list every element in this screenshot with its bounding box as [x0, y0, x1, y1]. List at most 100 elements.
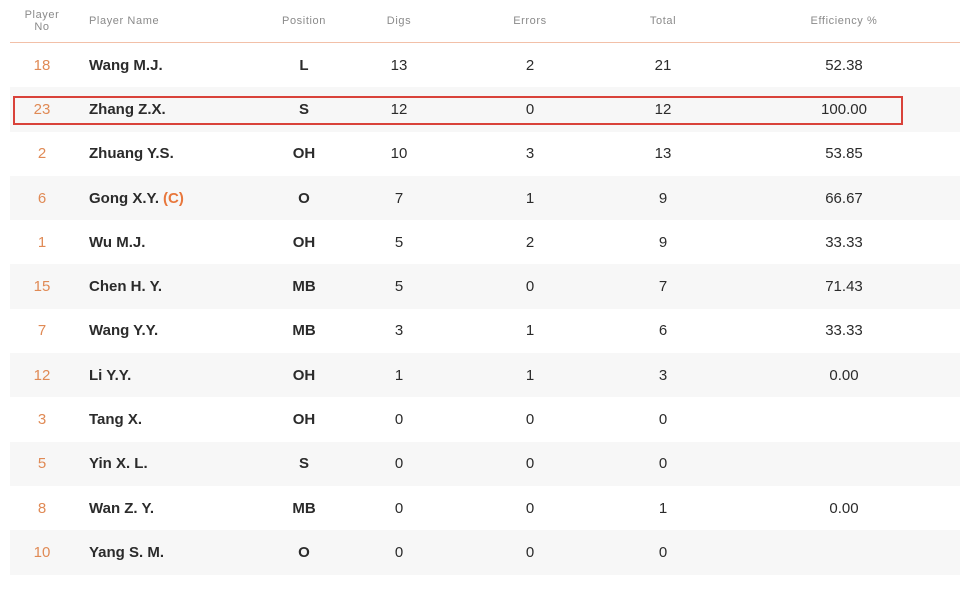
efficiency-cell-value: 71.43 — [825, 278, 863, 296]
table-row[interactable]: 3 Tang X. OH 0 0 0 — [10, 397, 960, 441]
player-no-cell: 5 — [10, 442, 74, 486]
player-no-cell: 12 — [10, 353, 74, 397]
position-cell-value: OH — [292, 233, 316, 251]
table-row[interactable]: 10 Yang S. M. O 0 0 0 — [10, 530, 960, 575]
digs-cell-value: 3 — [394, 322, 404, 340]
player-name-cell-value: Tang X. — [89, 411, 143, 429]
errors-cell: 1 — [480, 353, 580, 397]
player-name-cell-value: Yin X. L. — [89, 455, 148, 473]
total-cell: 7 — [613, 264, 713, 308]
player-name-cell: Zhuang Y.S. — [89, 132, 279, 176]
total-cell-value: 0 — [658, 455, 668, 473]
position-cell: OH — [254, 397, 354, 441]
efficiency-cell: 71.43 — [774, 264, 914, 308]
errors-cell-value: 3 — [525, 145, 535, 163]
digs-cell: 5 — [349, 264, 449, 308]
efficiency-cell-value: 33.33 — [825, 233, 863, 251]
errors-cell-value: 2 — [525, 233, 535, 251]
errors-cell: 1 — [480, 176, 580, 220]
total-cell: 13 — [613, 132, 713, 176]
table-row[interactable]: 15 Chen H. Y. MB 5 0 7 71.43 — [10, 264, 960, 309]
header-player-name[interactable]: Player Name — [89, 0, 279, 42]
digs-cell-value: 5 — [394, 233, 404, 251]
table-row[interactable]: 23 Zhang Z.X. S 12 0 12 100.00 — [10, 87, 960, 132]
position-cell: OH — [254, 353, 354, 397]
efficiency-cell-value: 0.00 — [829, 366, 859, 384]
total-cell: 9 — [613, 176, 713, 220]
player-no-cell: 15 — [10, 264, 74, 308]
player-name-cell: Wang M.J. — [89, 43, 279, 87]
player-name-cell: Gong X.Y. (C) — [89, 176, 279, 220]
digs-cell: 7 — [349, 176, 449, 220]
table-row[interactable]: 7 Wang Y.Y. MB 3 1 6 33.33 — [10, 309, 960, 353]
header-player-no[interactable]: Player No — [10, 0, 74, 42]
player-name-cell: Wan Z. Y. — [89, 486, 279, 530]
errors-cell-value: 0 — [525, 100, 535, 118]
total-cell: 21 — [613, 43, 713, 87]
table-row[interactable]: 18 Wang M.J. L 13 2 21 52.38 — [10, 43, 960, 87]
digs-cell: 3 — [349, 309, 449, 353]
header-position[interactable]: Position — [254, 0, 354, 42]
efficiency-cell-value: 100.00 — [821, 100, 867, 118]
player-name-cell: Chen H. Y. — [89, 264, 279, 308]
total-cell-value: 0 — [658, 411, 668, 429]
digs-cell-value: 0 — [394, 455, 404, 473]
errors-cell: 0 — [480, 530, 580, 574]
position-cell-value: S — [298, 455, 309, 473]
position-cell: O — [254, 530, 354, 574]
header-total[interactable]: Total — [613, 0, 713, 42]
digs-cell: 0 — [349, 530, 449, 574]
errors-cell: 1 — [480, 309, 580, 353]
table-row[interactable]: 2 Zhuang Y.S. OH 10 3 13 53.85 — [10, 132, 960, 176]
total-cell: 3 — [613, 353, 713, 397]
player-name-cell-value: Chen H. Y. — [89, 278, 163, 296]
header-digs[interactable]: Digs — [349, 0, 449, 42]
header-efficiency[interactable]: Efficiency % — [774, 0, 914, 42]
efficiency-cell: 33.33 — [774, 309, 914, 353]
digs-cell: 0 — [349, 397, 449, 441]
player-name-cell-value: Wang Y.Y. — [89, 322, 159, 340]
position-cell-value: S — [298, 100, 309, 118]
table-row[interactable]: 1 Wu M.J. OH 5 2 9 33.33 — [10, 220, 960, 264]
total-cell-value: 21 — [654, 56, 672, 74]
player-stats-table: Player No Player Name Position Digs Erro… — [10, 0, 960, 575]
digs-cell: 10 — [349, 132, 449, 176]
player-no-cell-value: 8 — [37, 499, 47, 517]
total-cell: 6 — [613, 309, 713, 353]
player-name-cell: Zhang Z.X. — [89, 87, 279, 131]
efficiency-cell-value: 66.67 — [825, 189, 863, 207]
player-no-cell: 18 — [10, 43, 74, 87]
player-no-cell-value: 6 — [37, 189, 47, 207]
total-cell: 0 — [613, 397, 713, 441]
errors-cell: 0 — [480, 87, 580, 131]
table-row[interactable]: 6 Gong X.Y. (C) O 7 1 9 66.67 — [10, 175, 960, 221]
total-cell-value: 13 — [654, 145, 672, 163]
total-cell-value: 9 — [658, 233, 668, 251]
efficiency-cell-value: 53.85 — [825, 145, 863, 163]
table-row[interactable]: 5 Yin X. L. S 0 0 0 — [10, 441, 960, 486]
position-cell: S — [254, 87, 354, 131]
efficiency-cell-value: 0.00 — [829, 499, 859, 517]
total-cell: 1 — [613, 486, 713, 530]
digs-cell-value: 10 — [390, 145, 408, 163]
position-cell-value: O — [298, 543, 310, 561]
efficiency-cell: 0.00 — [774, 486, 914, 530]
header-player-no-line1: Player — [24, 9, 60, 21]
total-cell-value: 1 — [658, 499, 668, 517]
table-row[interactable]: 12 Li Y.Y. OH 1 1 3 0.00 — [10, 353, 960, 398]
total-cell: 12 — [613, 87, 713, 131]
player-name-cell-value: Wan Z. Y. — [89, 499, 155, 517]
player-name-cell-value: Yang S. M. — [89, 543, 165, 561]
efficiency-cell: 100.00 — [774, 87, 914, 131]
player-no-cell-value: 1 — [37, 233, 47, 251]
position-cell: MB — [254, 309, 354, 353]
player-no-cell-value: 12 — [33, 366, 51, 384]
player-name-cell: Yin X. L. — [89, 442, 279, 486]
errors-cell: 3 — [480, 132, 580, 176]
table-row[interactable]: 8 Wan Z. Y. MB 0 0 1 0.00 — [10, 486, 960, 530]
position-cell: S — [254, 442, 354, 486]
digs-cell-value: 7 — [394, 189, 404, 207]
player-no-cell: 23 — [10, 87, 74, 131]
position-cell-value: OH — [292, 411, 316, 429]
header-errors[interactable]: Errors — [480, 0, 580, 42]
